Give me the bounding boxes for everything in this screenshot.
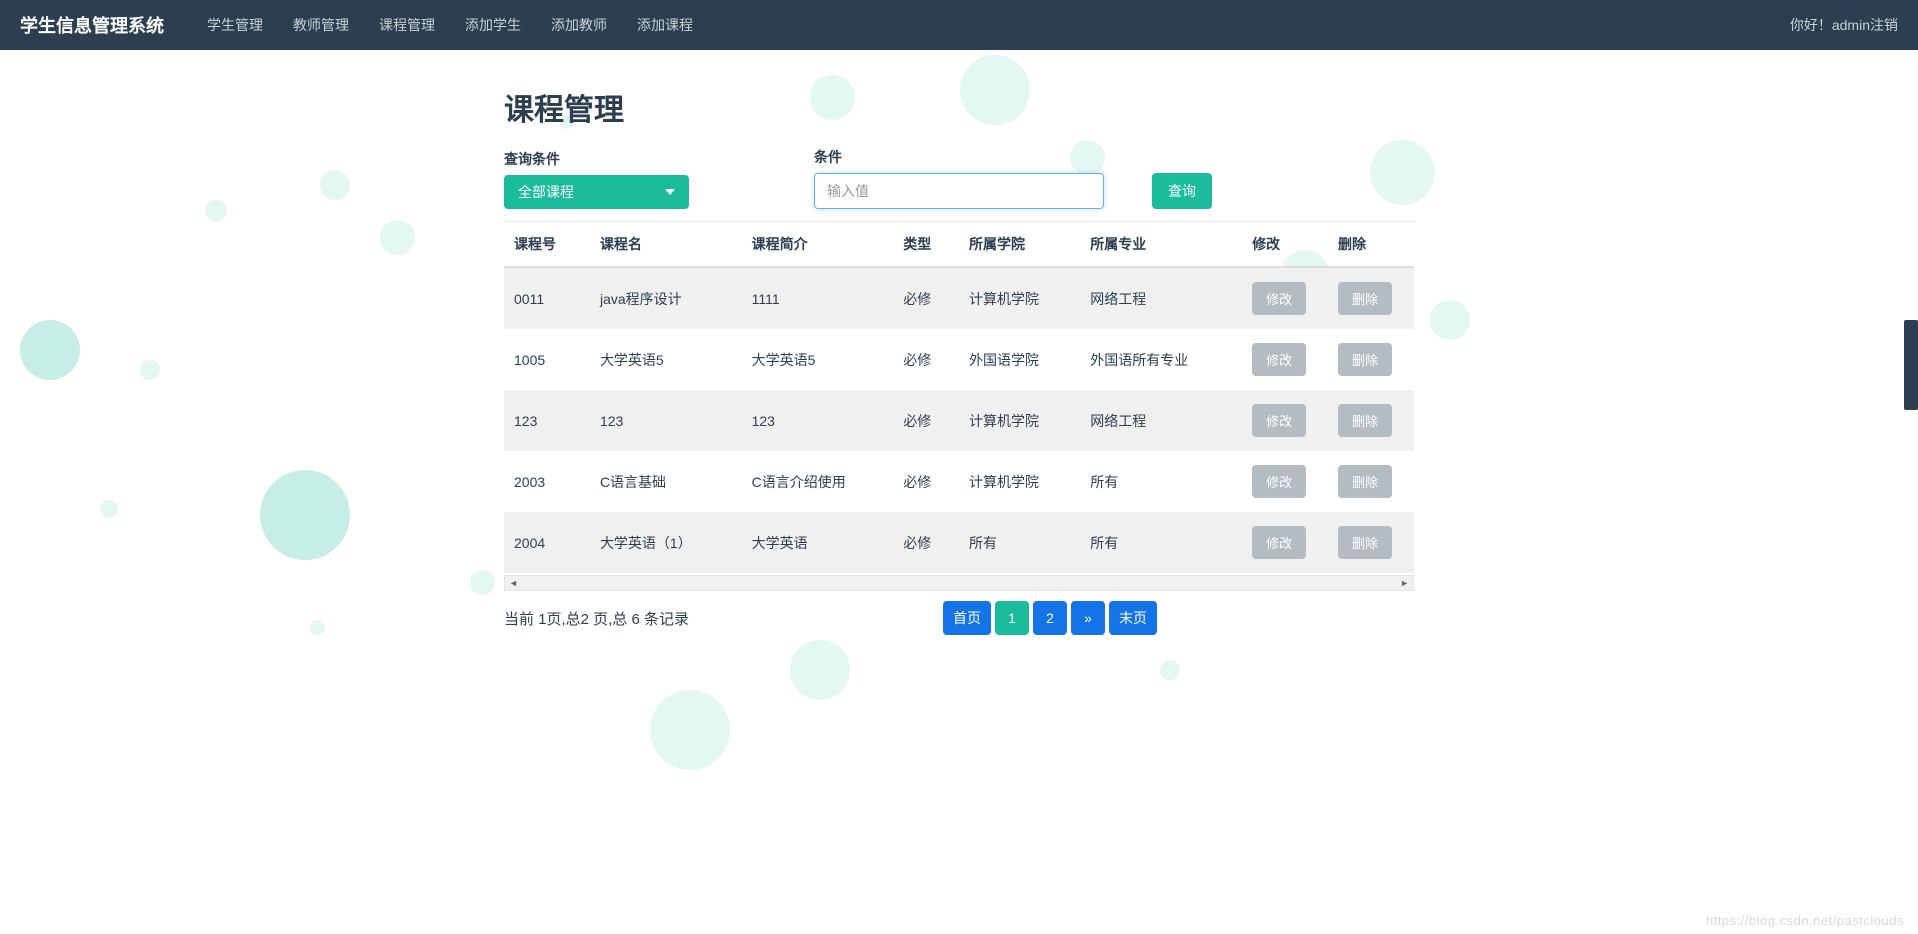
cell-type: 必修 (893, 451, 959, 512)
cell-course-intro: 123 (742, 390, 894, 451)
scroll-left-icon[interactable]: ◄ (509, 578, 518, 588)
th-course-id: 课程号 (504, 222, 590, 267)
cell-college: 所有 (959, 512, 1080, 573)
th-course-name: 课程名 (590, 222, 742, 267)
cell-major: 所有 (1080, 512, 1242, 573)
logout-link[interactable]: 注销 (1870, 17, 1898, 33)
navbar: 学生信息管理系统 学生管理 教师管理 课程管理 添加学生 添加教师 添加课程 你… (0, 0, 1918, 50)
table-row: 0011java程序设计1111必修计算机学院网络工程修改删除 (504, 267, 1414, 329)
watermark: https://blog.csdn.net/pastclouds (1706, 913, 1904, 928)
cell-type: 必修 (893, 390, 959, 451)
cell-type: 必修 (893, 267, 959, 329)
page-2[interactable]: 2 (1033, 601, 1067, 635)
cell-type: 必修 (893, 329, 959, 390)
cell-major: 外国语所有专业 (1080, 329, 1242, 390)
viewport-scrollbar[interactable] (1904, 320, 1918, 410)
cell-college: 计算机学院 (959, 451, 1080, 512)
cell-college: 计算机学院 (959, 390, 1080, 451)
th-type: 类型 (893, 222, 959, 267)
cell-course-id: 123 (504, 390, 590, 451)
delete-button[interactable]: 删除 (1338, 404, 1392, 437)
delete-button[interactable]: 删除 (1338, 282, 1392, 315)
table-row: 2003C语言基础C语言介绍使用必修计算机学院所有修改删除 (504, 451, 1414, 512)
navbar-right: 你好！admin注销 (1790, 15, 1898, 35)
edit-button[interactable]: 修改 (1252, 282, 1306, 315)
value-input[interactable] (814, 173, 1104, 209)
cell-type: 必修 (893, 512, 959, 573)
cell-college: 计算机学院 (959, 267, 1080, 329)
delete-button[interactable]: 删除 (1338, 526, 1392, 559)
cell-course-intro: 大学英语 (742, 512, 894, 573)
table-row: 1005大学英语5大学英语5必修外国语学院外国语所有专业修改删除 (504, 329, 1414, 390)
cell-course-id: 1005 (504, 329, 590, 390)
greeting-text: 你好！admin (1790, 17, 1870, 33)
th-college: 所属学院 (959, 222, 1080, 267)
cell-course-id: 0011 (504, 267, 590, 329)
query-condition-dropdown[interactable]: 全部课程 (504, 175, 689, 209)
cell-course-name: 大学英语（1） (590, 512, 742, 573)
delete-button[interactable]: 删除 (1338, 343, 1392, 376)
th-course-intro: 课程简介 (742, 222, 894, 267)
cell-course-intro: 大学英语5 (742, 329, 894, 390)
cell-course-name: 123 (590, 390, 742, 451)
nav-add-student[interactable]: 添加学生 (465, 17, 521, 33)
delete-button[interactable]: 删除 (1338, 465, 1392, 498)
cell-course-intro: 1111 (742, 267, 894, 329)
value-label: 条件 (814, 147, 1124, 167)
page-last[interactable]: 末页 (1109, 601, 1157, 635)
th-delete: 删除 (1328, 222, 1414, 267)
page-first[interactable]: 首页 (943, 601, 991, 635)
page-1[interactable]: 1 (995, 601, 1029, 635)
course-table: 课程号 课程名 课程简介 类型 所属学院 所属专业 修改 删除 0011java… (504, 222, 1414, 573)
edit-button[interactable]: 修改 (1252, 343, 1306, 376)
nav-add-course[interactable]: 添加课程 (637, 17, 693, 33)
caret-down-icon (665, 189, 675, 195)
page-next[interactable]: » (1071, 601, 1105, 635)
pagination-info: 当前 1页,总2 页,总 6 条记录 (504, 608, 689, 629)
cell-course-name: C语言基础 (590, 451, 742, 512)
cell-college: 外国语学院 (959, 329, 1080, 390)
query-button[interactable]: 查询 (1152, 173, 1212, 209)
horizontal-scrollbar[interactable]: ◄ ► (504, 575, 1414, 591)
th-major: 所属专业 (1080, 222, 1242, 267)
dropdown-selected: 全部课程 (518, 182, 574, 202)
edit-button[interactable]: 修改 (1252, 404, 1306, 437)
th-edit: 修改 (1242, 222, 1328, 267)
nav-teacher-mgmt[interactable]: 教师管理 (293, 17, 349, 33)
page-title: 课程管理 (504, 85, 1414, 129)
edit-button[interactable]: 修改 (1252, 526, 1306, 559)
pagination: 首页 1 2 » 末页 (941, 601, 1159, 635)
cell-course-name: java程序设计 (590, 267, 742, 329)
cell-major: 所有 (1080, 451, 1242, 512)
table-row: 123123123必修计算机学院网络工程修改删除 (504, 390, 1414, 451)
cell-course-name: 大学英语5 (590, 329, 742, 390)
table-row: 2004大学英语（1）大学英语必修所有所有修改删除 (504, 512, 1414, 573)
cell-major: 网络工程 (1080, 267, 1242, 329)
cell-course-intro: C语言介绍使用 (742, 451, 894, 512)
app-brand[interactable]: 学生信息管理系统 (20, 12, 164, 38)
query-condition-label: 查询条件 (504, 149, 814, 169)
nav-menu: 学生管理 教师管理 课程管理 添加学生 添加教师 添加课程 (192, 0, 708, 50)
cell-major: 网络工程 (1080, 390, 1242, 451)
nav-student-mgmt[interactable]: 学生管理 (207, 17, 263, 33)
nav-add-teacher[interactable]: 添加教师 (551, 17, 607, 33)
cell-course-id: 2003 (504, 451, 590, 512)
nav-course-mgmt[interactable]: 课程管理 (379, 17, 435, 33)
search-row: 查询条件 全部课程 条件 . 查询 (504, 147, 1414, 209)
cell-course-id: 2004 (504, 512, 590, 573)
edit-button[interactable]: 修改 (1252, 465, 1306, 498)
scroll-right-icon[interactable]: ► (1400, 578, 1409, 588)
